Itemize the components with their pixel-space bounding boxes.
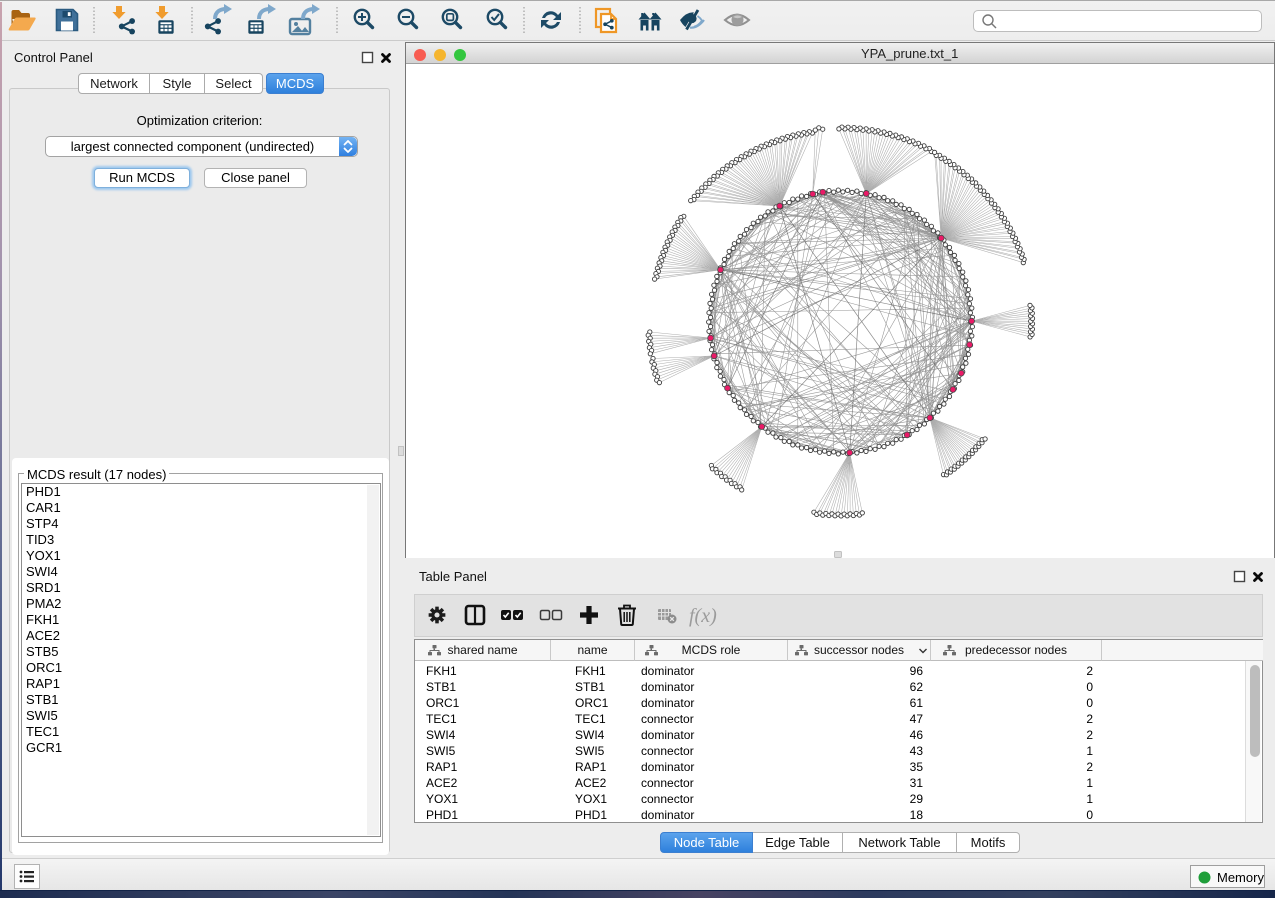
svg-text:f(x): f(x) [689,605,717,627]
